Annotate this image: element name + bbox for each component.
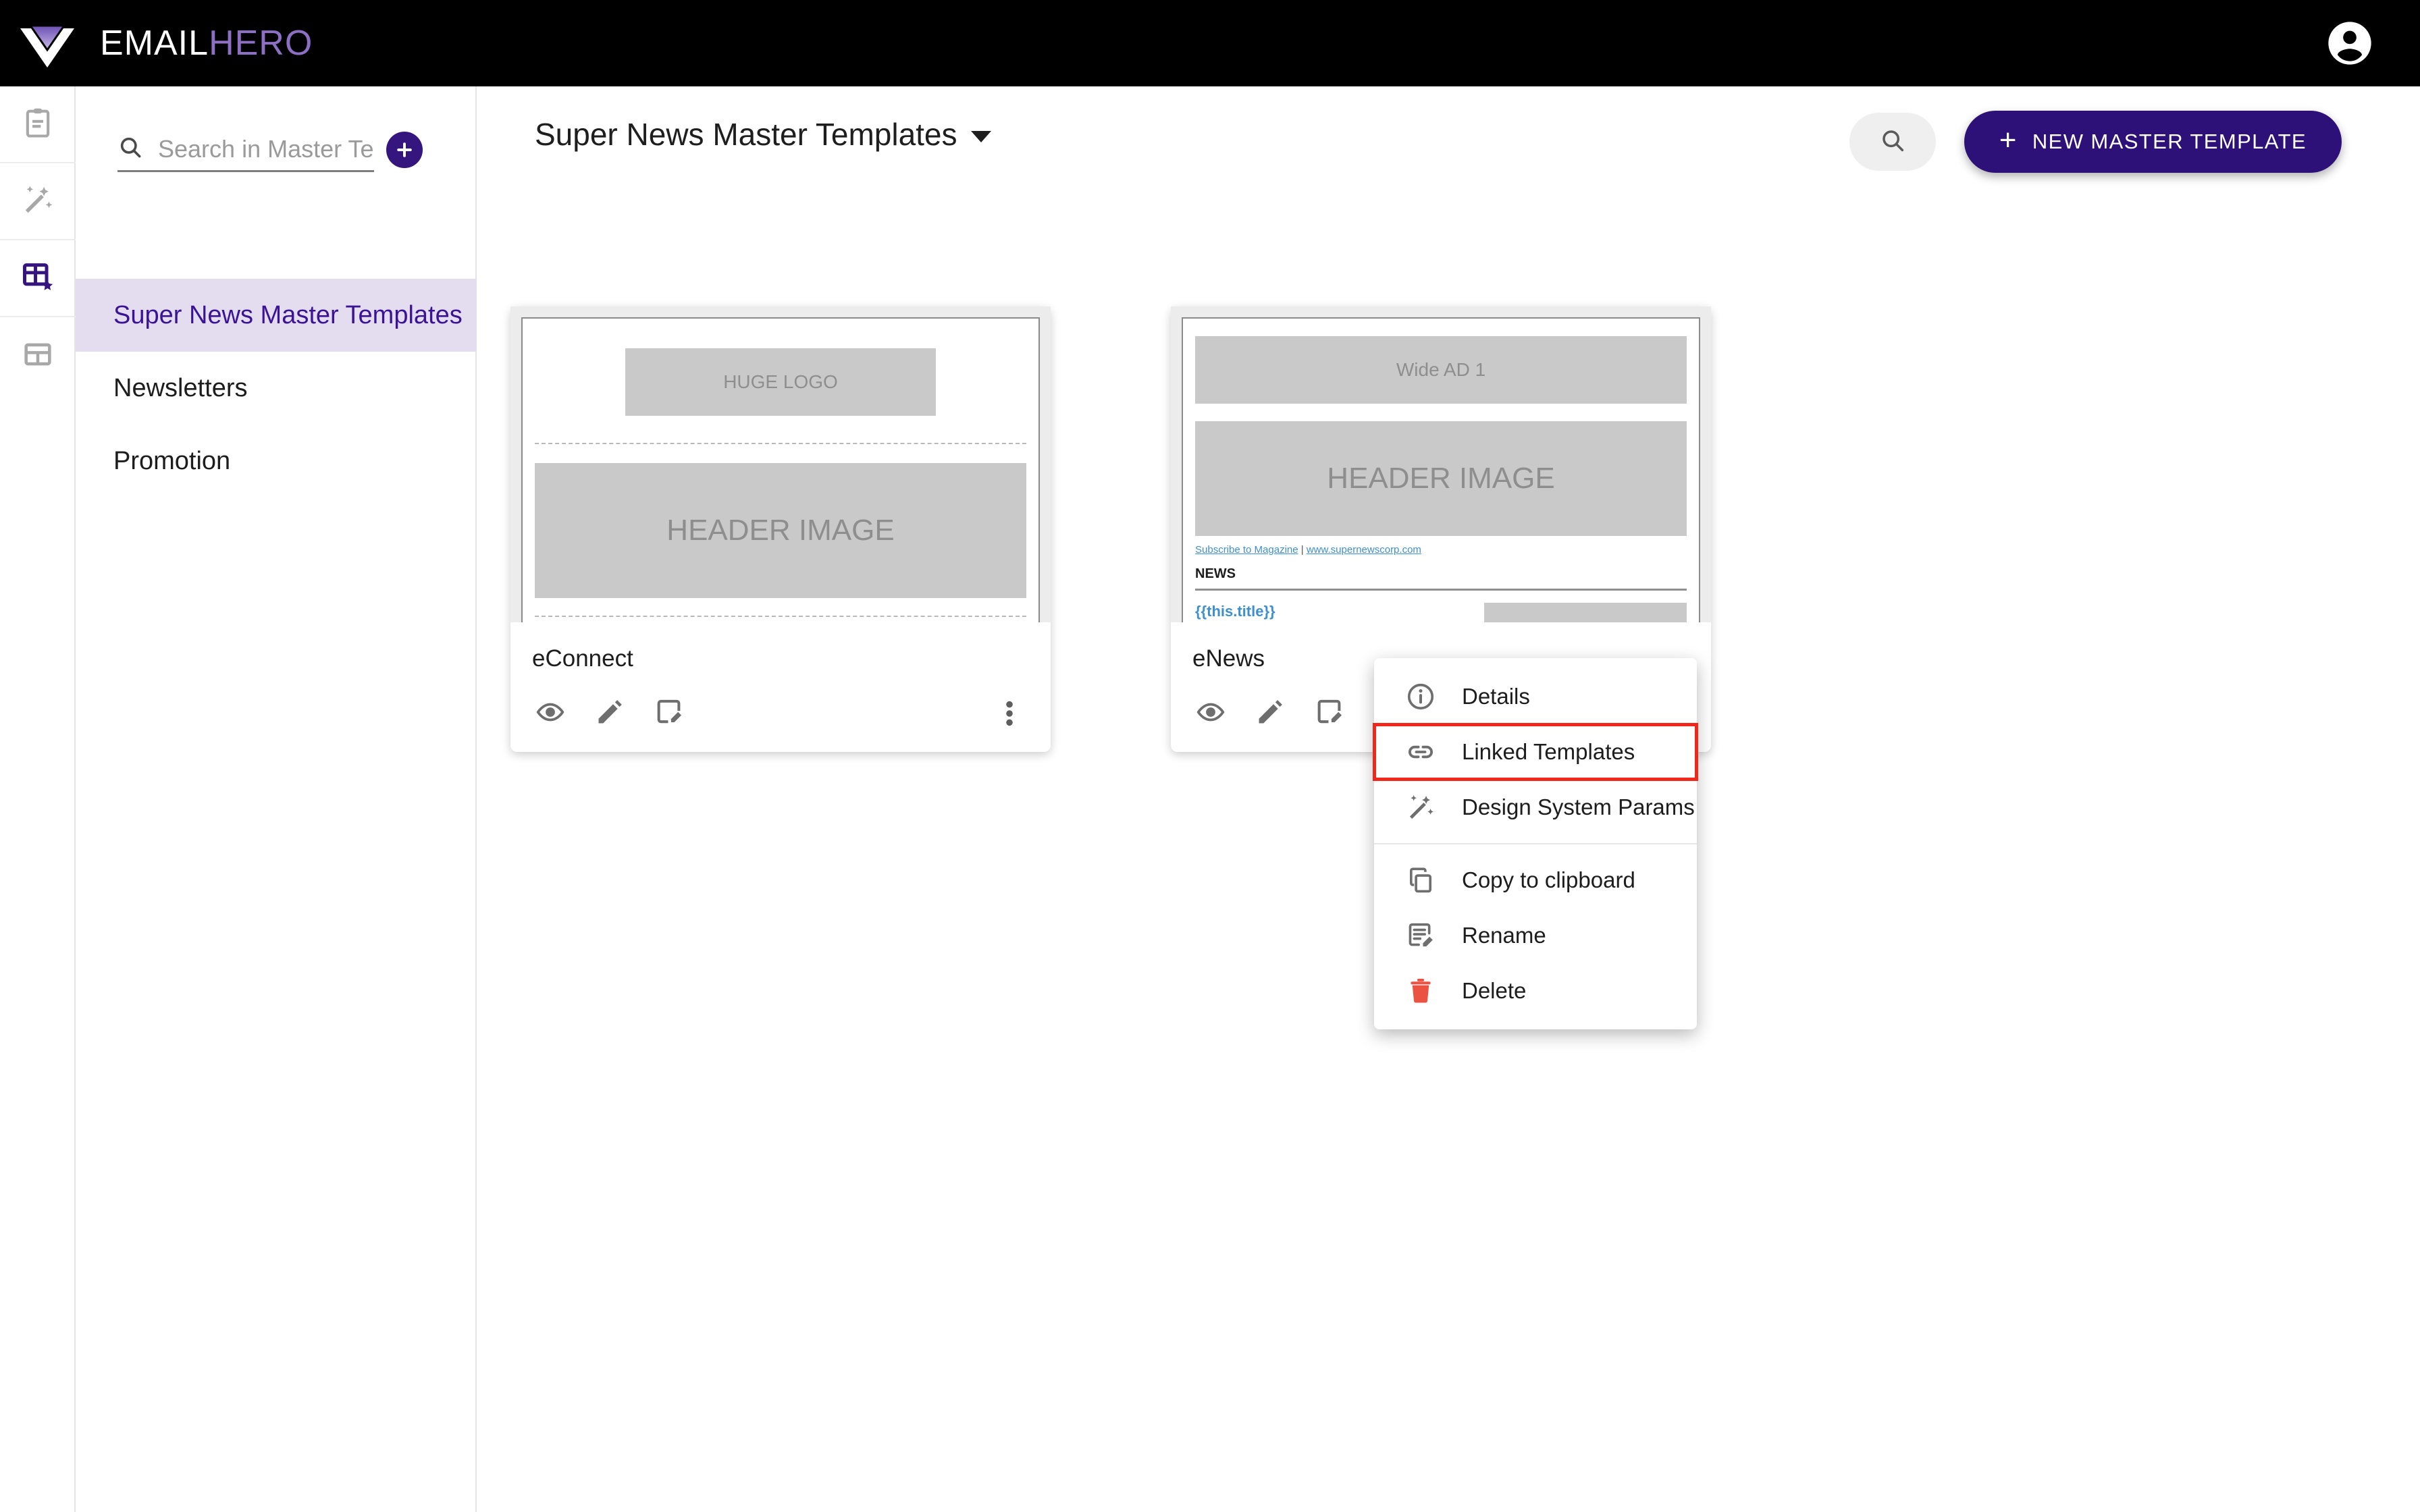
- page-title-text: Super News Master Templates: [535, 117, 957, 152]
- menu-item-label: Rename: [1462, 923, 1546, 948]
- sidebar-item-promotion[interactable]: Promotion: [76, 425, 477, 497]
- preview-header-image-label: HEADER IMAGE: [666, 514, 895, 547]
- pencil-icon: [1255, 697, 1286, 731]
- template-card-actions: [1190, 693, 1350, 734]
- sidebar-item-super-news-master-templates[interactable]: Super News Master Templates: [76, 279, 477, 352]
- preview-link-row: Subscribe to Magazine | www.supernewscor…: [1195, 544, 1687, 556]
- template-card-name: eConnect: [532, 645, 633, 672]
- brand-wordmark: EMAILHERO: [100, 23, 313, 63]
- magic-wand-icon: [1402, 792, 1439, 823]
- brand-name-part1: EMAIL: [100, 24, 209, 63]
- card-context-menu: Details Linked Templates Design System P…: [1373, 658, 1698, 1029]
- search-row: Search in Master Templates: [76, 116, 477, 184]
- preview-ad-label: Wide AD 1: [1396, 359, 1486, 380]
- account-avatar-button[interactable]: [2324, 18, 2375, 69]
- search-icon: [117, 134, 143, 163]
- icon-rail: [0, 86, 76, 1512]
- preview-section-rule: [1195, 589, 1687, 591]
- rail-item-master-templates[interactable]: [0, 240, 76, 317]
- header-search-button[interactable]: [1849, 113, 1936, 171]
- menu-item-label: Details: [1462, 684, 1530, 709]
- diamond-logo-icon: [15, 11, 80, 76]
- menu-item-linked-templates[interactable]: Linked Templates: [1373, 723, 1698, 781]
- edit-button[interactable]: [589, 693, 631, 734]
- menu-item-label: Design System Params: [1462, 794, 1695, 819]
- search-input[interactable]: Search in Master Templates: [117, 128, 374, 172]
- template-card-info: eConnect: [510, 622, 1051, 752]
- menu-item-copy-to-clipboard[interactable]: Copy to clipboard: [1374, 853, 1697, 908]
- menu-item-design-system-params[interactable]: Design System Params: [1374, 780, 1697, 835]
- pencil-icon: [594, 697, 625, 731]
- new-master-template-label: NEW MASTER TEMPLATE: [2032, 130, 2307, 153]
- rail-item-clipboard[interactable]: [0, 86, 76, 163]
- preview-logo-label: HUGE LOGO: [723, 371, 838, 392]
- brand-name-part2: HERO: [209, 24, 313, 63]
- template-card[interactable]: HUGE LOGO HEADER IMAGE A MESSAGE FROM OU…: [510, 306, 1051, 752]
- note-edit-icon: [654, 697, 685, 731]
- preview-button[interactable]: [1190, 693, 1232, 734]
- magic-wand-icon: [20, 182, 55, 221]
- sidebar-item-label: Promotion: [113, 446, 231, 475]
- menu-item-label: Delete: [1462, 978, 1527, 1003]
- info-circle-icon: [1402, 681, 1439, 712]
- add-master-template-button[interactable]: [386, 132, 423, 168]
- grid-icon: [20, 337, 55, 375]
- sidebar-item-label: Newsletters: [113, 373, 248, 402]
- menu-divider: [1374, 843, 1697, 844]
- header-actions: + NEW MASTER TEMPLATE: [1849, 111, 2342, 173]
- menu-item-details[interactable]: Details: [1374, 669, 1697, 724]
- preview-header-image-placeholder: HEADER IMAGE: [535, 463, 1026, 598]
- preview-divider: [535, 443, 1026, 444]
- preview-subscribe-link[interactable]: Subscribe to Magazine: [1195, 544, 1298, 556]
- preview-ad-placeholder: Wide AD 1: [1195, 336, 1687, 404]
- plus-icon: +: [1999, 124, 2018, 157]
- content-edit-button[interactable]: [648, 693, 690, 734]
- template-preview[interactable]: HUGE LOGO HEADER IMAGE A MESSAGE FROM OU…: [510, 306, 1051, 651]
- rail-item-design-system[interactable]: [0, 163, 76, 240]
- template-card-actions: [529, 693, 690, 734]
- sidebar-item-label: Super News Master Templates: [113, 300, 463, 329]
- menu-item-label: Copy to clipboard: [1462, 867, 1635, 892]
- preview-header-image-label: HEADER IMAGE: [1327, 462, 1555, 495]
- eye-icon: [1195, 697, 1226, 731]
- nav-panel: Search in Master Templates Super News Ma…: [76, 86, 477, 1512]
- page-title[interactable]: Super News Master Templates: [535, 116, 991, 153]
- grid-star-icon: [20, 259, 55, 298]
- template-card-name: eNews: [1192, 645, 1265, 672]
- preview-article-title: {{this.title}}: [1195, 603, 1275, 620]
- page-header: Super News Master Templates + NEW MASTER…: [477, 86, 2420, 186]
- content-edit-button[interactable]: [1309, 693, 1350, 734]
- template-preview[interactable]: Wide AD 1 HEADER IMAGE Subscribe to Maga…: [1171, 306, 1711, 651]
- card-menu-button[interactable]: [986, 690, 1033, 737]
- search-placeholder: Search in Master Templates: [158, 134, 374, 163]
- sidebar-item-newsletters[interactable]: Newsletters: [76, 352, 477, 425]
- preview-site-link[interactable]: www.supernewscorp.com: [1307, 544, 1421, 556]
- template-preview-frame: HUGE LOGO HEADER IMAGE A MESSAGE FROM OU…: [521, 317, 1040, 640]
- preview-logo-placeholder: HUGE LOGO: [625, 348, 936, 416]
- copy-icon: [1402, 865, 1439, 896]
- preview-section-label: NEWS: [1195, 566, 1236, 581]
- eye-icon: [535, 697, 566, 731]
- nav-list: Super News Master Templates Newsletters …: [76, 279, 477, 497]
- note-edit-icon: [1314, 697, 1345, 731]
- search-icon: [1879, 127, 1906, 157]
- brand-logo[interactable]: EMAILHERO: [15, 11, 313, 76]
- chevron-down-icon[interactable]: [970, 130, 991, 142]
- note-edit-icon: [1402, 920, 1439, 951]
- preview-link-separator: |: [1300, 544, 1304, 556]
- edit-button[interactable]: [1249, 693, 1291, 734]
- trash-icon: [1402, 975, 1439, 1006]
- rail-item-templates[interactable]: [0, 317, 76, 394]
- top-bar: EMAILHERO: [0, 0, 2420, 86]
- link-icon: [1402, 736, 1439, 767]
- template-preview-frame: Wide AD 1 HEADER IMAGE Subscribe to Maga…: [1182, 317, 1700, 640]
- clipboard-icon: [20, 105, 55, 144]
- menu-item-rename[interactable]: Rename: [1374, 908, 1697, 963]
- menu-item-delete[interactable]: Delete: [1374, 963, 1697, 1019]
- menu-item-label: Linked Templates: [1462, 739, 1635, 764]
- new-master-template-button[interactable]: + NEW MASTER TEMPLATE: [1964, 111, 2342, 173]
- preview-button[interactable]: [529, 693, 571, 734]
- preview-header-image-placeholder: HEADER IMAGE: [1195, 421, 1687, 536]
